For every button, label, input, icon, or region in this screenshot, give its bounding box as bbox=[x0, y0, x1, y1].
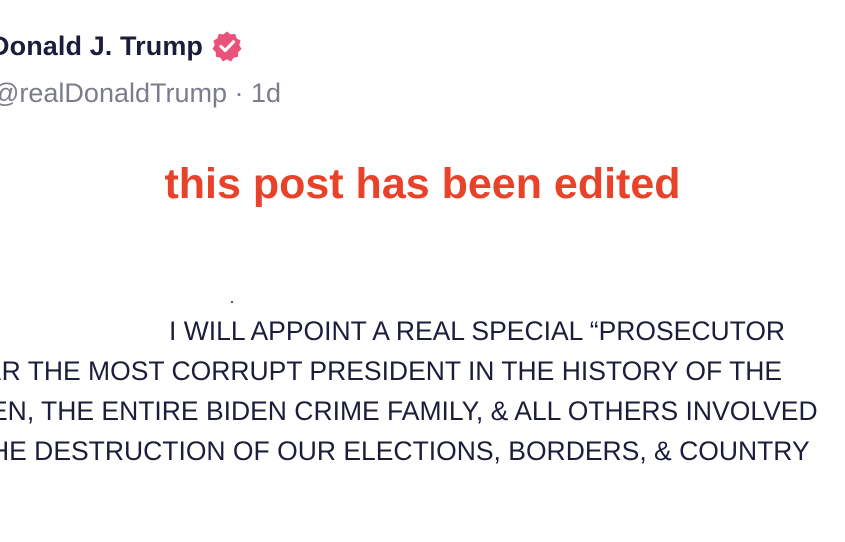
author-name[interactable]: Donald J. Trump bbox=[0, 31, 203, 62]
meta-separator: · bbox=[234, 78, 244, 108]
edited-notice: this post has been edited bbox=[164, 160, 681, 208]
verified-badge-icon bbox=[211, 30, 243, 62]
post-body: I WILL APPOINT A REAL SPECIAL “PROSECUTO… bbox=[0, 311, 845, 471]
post-meta: @realDonaldTrump · 1d bbox=[0, 78, 281, 109]
post-body-line: EN, THE ENTIRE BIDEN CRIME FAMILY, & ALL… bbox=[0, 396, 818, 426]
post-time[interactable]: 1d bbox=[251, 78, 281, 108]
post-body-line: ER THE MOST CORRUPT PRESIDENT IN THE HIS… bbox=[0, 356, 783, 386]
author-handle[interactable]: @realDonaldTrump bbox=[0, 78, 227, 108]
post-body-line: I WILL APPOINT A REAL SPECIAL “PROSECUTO… bbox=[169, 316, 786, 346]
post-body-line: HE DESTRUCTION OF OUR ELECTIONS, BORDERS… bbox=[0, 436, 810, 466]
post-author[interactable]: Donald J. Trump bbox=[0, 30, 243, 62]
stray-dot bbox=[231, 301, 233, 303]
